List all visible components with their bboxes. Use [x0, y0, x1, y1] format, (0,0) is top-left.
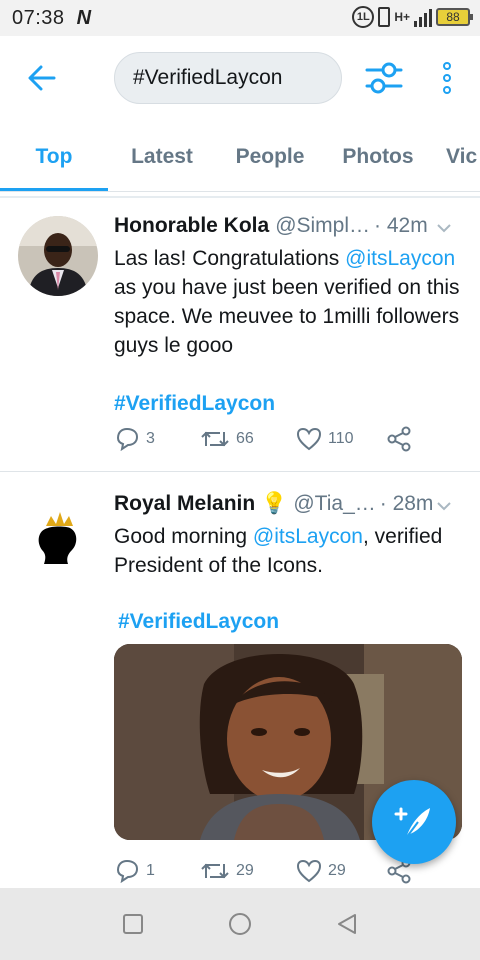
search-tabs: Top Latest People Photos Vic [0, 122, 480, 192]
tab-top[interactable]: Top [0, 122, 108, 191]
tweet-time: · 42m [374, 214, 428, 237]
more-options-button[interactable] [434, 58, 460, 98]
filter-sliders-icon [365, 62, 403, 94]
arrow-left-icon [28, 65, 56, 91]
tab-people[interactable]: People [216, 122, 324, 191]
square-icon [123, 914, 144, 934]
triangle-back-icon [337, 914, 356, 934]
status-bar: 07:38 N 1L H+ 88 [0, 0, 480, 36]
system-nav-bar [0, 888, 480, 960]
search-header: #VerifiedLaycon [0, 36, 480, 122]
retweet-count: 29 [236, 862, 254, 879]
status-icons: 1L H+ 88 [352, 6, 473, 28]
tab-latest[interactable]: Latest [108, 122, 216, 191]
mention-link[interactable]: @itsLaycon [253, 525, 363, 548]
more-vertical-icon [443, 62, 451, 70]
chevron-down-icon[interactable] [436, 220, 452, 236]
compose-tweet-button[interactable] [372, 780, 456, 864]
like-count: 29 [328, 862, 346, 879]
network-type-label: H+ [394, 10, 410, 24]
avatar[interactable] [18, 216, 98, 296]
circle-icon [228, 913, 251, 935]
retweet-button[interactable]: 66 [200, 428, 296, 450]
avatar-image [18, 216, 98, 296]
chevron-down-icon[interactable] [436, 498, 452, 514]
reply-button[interactable]: 1 [114, 859, 200, 883]
tweet-header: Royal Melanin 💡 @Tia_… · 28m [114, 488, 462, 520]
tweet-text-part: Good morning [114, 525, 253, 548]
search-query: #VerifiedLaycon [133, 66, 283, 89]
reply-icon [116, 859, 139, 883]
author-handle[interactable]: @Tia_… [293, 492, 375, 516]
retweet-count: 66 [236, 430, 254, 447]
lightbulb-icon: 💡 [261, 492, 288, 515]
tab-photos[interactable]: Photos [324, 122, 432, 191]
carrier-icon: N [76, 6, 92, 29]
retweet-icon [201, 431, 229, 447]
retweet-icon [201, 863, 229, 879]
filter-button[interactable] [364, 58, 404, 98]
author-name[interactable]: Honorable Kola [114, 214, 269, 238]
tweet-content: Royal Melanin 💡 @Tia_… · 28m Good mornin… [114, 488, 462, 634]
hashtag-link[interactable]: #VerifiedLaycon [114, 610, 462, 634]
tab-videos[interactable]: Vic [432, 122, 480, 191]
back-nav-button[interactable] [327, 904, 367, 944]
author-handle[interactable]: @Simpl… [275, 214, 370, 238]
heart-icon [296, 427, 322, 451]
author-name[interactable]: Royal Melanin [114, 492, 255, 516]
mention-link[interactable]: @itsLaycon [345, 247, 455, 270]
reply-count: 1 [146, 862, 155, 879]
avatar-image [18, 492, 98, 572]
tweet-header: Honorable Kola @Simpl… · 42m [114, 210, 462, 242]
like-button[interactable]: 110 [296, 427, 386, 451]
share-button[interactable] [386, 426, 412, 452]
home-button[interactable] [220, 904, 260, 944]
heart-icon [296, 859, 322, 883]
battery-icon: 88 [436, 8, 473, 26]
tweet-actions: 3 66 110 [114, 426, 412, 452]
tweet-time: · 28m [379, 492, 434, 515]
signal-icon [414, 7, 432, 27]
tweet-text-part: Las las! Congratulations [114, 247, 346, 270]
tweet-text: Good morning @itsLaycon, verified Presid… [114, 522, 462, 580]
avatar[interactable] [18, 492, 98, 572]
like-count: 110 [328, 430, 354, 447]
retweet-button[interactable]: 29 [200, 860, 296, 882]
tweet-content: Honorable Kola @Simpl… · 42m Las las! Co… [114, 210, 462, 416]
sim-icon: 1L [352, 6, 375, 28]
status-time: 07:38 [12, 6, 65, 29]
tweet-text-part: as you have just been verified on this s… [114, 276, 460, 357]
compose-feather-icon [394, 807, 430, 839]
like-button[interactable]: 29 [296, 859, 386, 883]
back-button[interactable] [24, 58, 60, 98]
search-input[interactable]: #VerifiedLaycon [114, 52, 342, 104]
tweet-actions: 1 29 29 [114, 858, 412, 884]
hashtag-link[interactable]: #VerifiedLaycon [114, 392, 462, 416]
share-icon [387, 426, 411, 452]
vibrate-icon [378, 7, 391, 27]
tweet-text: Las las! Congratulations @itsLaycon as y… [114, 244, 462, 360]
reply-button[interactable]: 3 [114, 427, 200, 451]
recents-button[interactable] [113, 904, 153, 944]
reply-icon [116, 427, 139, 451]
tweet-card[interactable]: Honorable Kola @Simpl… · 42m Las las! Co… [0, 198, 480, 472]
reply-count: 3 [146, 430, 155, 447]
